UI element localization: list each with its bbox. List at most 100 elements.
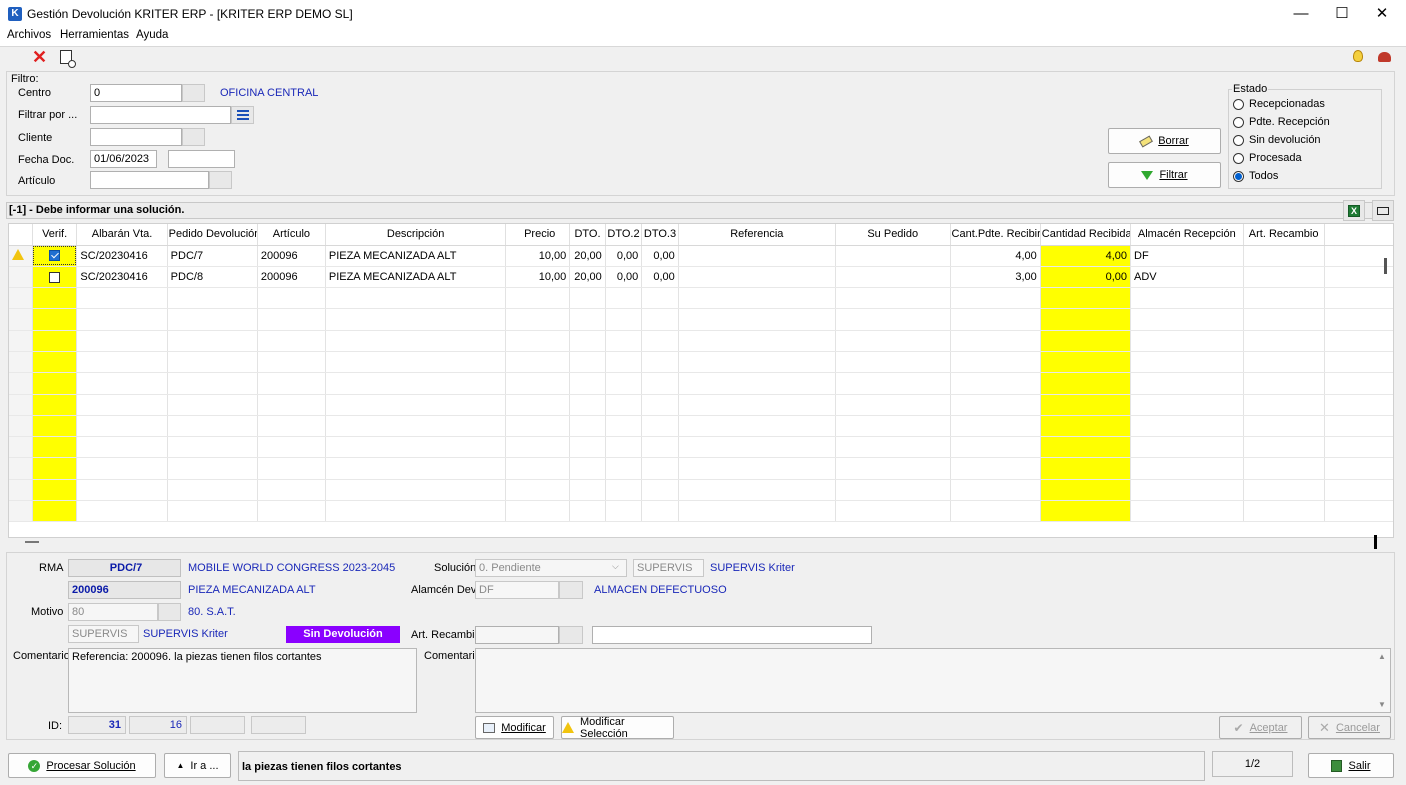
comentario-textarea[interactable]: Referencia: 200096. la piezas tienen fil… — [68, 648, 417, 713]
cell-recibida[interactable] — [1040, 372, 1132, 395]
estado-option-recepcionadas[interactable]: Recepcionadas — [1233, 98, 1325, 110]
estado-option-todos[interactable]: Todos — [1233, 170, 1278, 182]
detail-articulo-field[interactable]: 200096 — [68, 581, 181, 599]
cell-recibida[interactable] — [1040, 330, 1132, 352]
cell-recambio[interactable] — [1243, 479, 1325, 502]
cell-dto2[interactable] — [605, 287, 643, 310]
col-header-almacen[interactable]: Almacén Recepción — [1130, 224, 1244, 246]
cell-dto3[interactable] — [641, 500, 679, 523]
estado-option-sin-devolucion[interactable]: Sin devolución — [1233, 134, 1321, 146]
col-header-albaran[interactable]: Albarán Vta. — [76, 224, 168, 246]
col-header-cant-recibida[interactable]: Cantidad Recibida — [1040, 224, 1132, 246]
cell-dto[interactable]: 20,00 — [569, 245, 606, 267]
cell-recambio[interactable] — [1243, 457, 1325, 480]
table-row[interactable] — [9, 308, 1393, 331]
cell-referencia[interactable] — [678, 308, 836, 331]
table-row[interactable] — [9, 500, 1393, 523]
cell-dto3[interactable] — [641, 479, 679, 502]
delete-icon[interactable]: ✕ — [32, 48, 47, 66]
cell-almacen[interactable] — [1130, 287, 1244, 310]
cell-recambio[interactable] — [1243, 436, 1325, 459]
cell-pedido[interactable] — [167, 287, 258, 310]
cell-pdte[interactable] — [950, 394, 1041, 416]
cell-referencia[interactable] — [678, 457, 836, 480]
cell-almacen[interactable] — [1130, 372, 1244, 395]
table-row[interactable] — [9, 287, 1393, 310]
cell-pdte[interactable] — [950, 500, 1041, 523]
recambio-desc-field[interactable] — [592, 626, 872, 644]
table-row[interactable]: SC/20230416 PDC/7 200096 PIEZA MECANIZADA A… — [9, 245, 1393, 267]
column-width-button[interactable] — [1372, 200, 1394, 221]
cell-dto[interactable] — [569, 308, 606, 331]
fecha-to-field[interactable] — [168, 150, 235, 168]
cell-pedido[interactable]: PDC/8 — [167, 266, 258, 289]
cell-descripcion[interactable] — [325, 330, 507, 352]
cell-su-pedido[interactable] — [835, 287, 951, 310]
cell-precio[interactable] — [505, 457, 571, 480]
col-header-descripcion[interactable]: Descripción — [325, 224, 507, 246]
cell-pdte[interactable] — [950, 287, 1041, 310]
cell-articulo[interactable] — [257, 372, 326, 395]
col-header-precio[interactable]: Precio — [505, 224, 571, 246]
cell-recibida[interactable] — [1040, 287, 1132, 310]
cell-precio[interactable] — [505, 394, 571, 416]
cell-recambio[interactable] — [1243, 245, 1325, 267]
cell-dto2[interactable] — [605, 372, 643, 395]
cell-recibida[interactable] — [1040, 308, 1132, 331]
cell-descripcion[interactable] — [325, 287, 507, 310]
modificar-button[interactable]: Modificar — [475, 716, 554, 739]
checkbox-checked-icon[interactable] — [49, 250, 61, 262]
cell-pedido[interactable] — [167, 479, 258, 502]
grid-hscroll-thumb[interactable] — [25, 541, 39, 543]
modificar-seleccion-button[interactable]: Modificar Selección — [561, 716, 674, 740]
table-row[interactable]: SC/20230416 PDC/8 200096 PIEZA MECANIZADA A… — [9, 266, 1393, 289]
cell-pdte[interactable] — [950, 351, 1041, 374]
fecha-from-field[interactable]: 01/06/2023 — [90, 150, 157, 168]
cell-recibida[interactable]: 4,00 — [1040, 245, 1132, 267]
scroll-up-icon[interactable]: ▲ — [1378, 652, 1386, 661]
cell-precio[interactable]: 10,00 — [505, 266, 571, 289]
cell-dto[interactable] — [569, 330, 606, 352]
recambio-field[interactable] — [475, 626, 559, 644]
verif-cell[interactable] — [32, 266, 78, 289]
menu-archivos[interactable]: Archivos — [7, 29, 51, 41]
motivo-lookup-button[interactable] — [158, 603, 181, 621]
rma-field[interactable]: PDC/7 — [68, 559, 181, 577]
cell-pedido[interactable] — [167, 457, 258, 480]
cell-pedido[interactable] — [167, 308, 258, 331]
print-preview-icon[interactable] — [60, 50, 76, 68]
cell-pedido[interactable] — [167, 415, 258, 438]
cell-dto2[interactable] — [605, 479, 643, 502]
cell-pdte[interactable] — [950, 308, 1041, 331]
cell-dto3[interactable] — [641, 308, 679, 331]
cell-su-pedido[interactable] — [835, 457, 951, 480]
cell-referencia[interactable] — [678, 287, 836, 310]
cell-dto[interactable] — [569, 287, 606, 310]
cell-precio[interactable] — [505, 287, 571, 310]
cell-referencia[interactable] — [678, 372, 836, 395]
cell-articulo[interactable] — [257, 479, 326, 502]
estado-option-pdte-recepcion[interactable]: Pdte. Recepción — [1233, 116, 1330, 128]
cell-recambio[interactable] — [1243, 372, 1325, 395]
cell-articulo[interactable]: 200096 — [257, 245, 326, 267]
cell-dto2[interactable] — [605, 436, 643, 459]
cell-referencia[interactable] — [678, 245, 836, 267]
cell-descripcion[interactable] — [325, 394, 507, 416]
cell-precio[interactable]: 10,00 — [505, 245, 571, 267]
cell-dto3[interactable] — [641, 415, 679, 438]
cell-dto3[interactable] — [641, 372, 679, 395]
cell-albaran[interactable]: SC/20230416 — [76, 266, 168, 289]
cell-dto2[interactable] — [605, 308, 643, 331]
cell-su-pedido[interactable] — [835, 308, 951, 331]
cell-descripcion[interactable] — [325, 415, 507, 438]
cell-recambio[interactable] — [1243, 394, 1325, 416]
cell-su-pedido[interactable] — [835, 245, 951, 267]
cell-descripcion[interactable] — [325, 500, 507, 523]
col-header-articulo[interactable]: Artículo — [257, 224, 326, 246]
checkbox-icon[interactable] — [49, 271, 61, 283]
cell-articulo[interactable] — [257, 287, 326, 310]
cell-almacen[interactable] — [1130, 351, 1244, 374]
cell-referencia[interactable] — [678, 330, 836, 352]
cell-precio[interactable] — [505, 351, 571, 374]
cell-precio[interactable] — [505, 500, 571, 523]
